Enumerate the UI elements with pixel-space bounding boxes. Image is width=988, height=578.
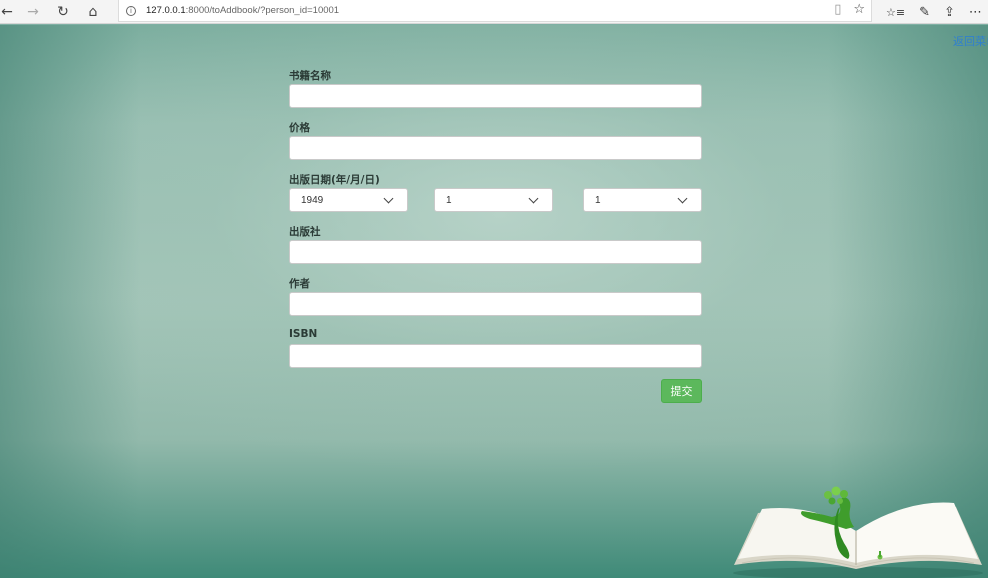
publisher-label: 出版社 <box>289 226 321 238</box>
price-input[interactable] <box>289 136 702 160</box>
back-to-menu-link[interactable]: 返回菜单 <box>953 33 988 49</box>
month-select[interactable]: 1 <box>434 188 553 212</box>
url-host: 127.0.0.1 <box>146 5 186 16</box>
price-label: 价格 <box>289 122 310 134</box>
info-icon[interactable]: i <box>126 5 136 16</box>
open-book-illustration <box>733 486 983 578</box>
title-label: 书籍名称 <box>289 70 331 82</box>
web-notes-icon[interactable]: ✎ <box>919 5 930 20</box>
refresh-icon[interactable]: ↻ <box>48 0 78 24</box>
forward-icon[interactable]: → <box>18 0 48 24</box>
share-icon[interactable]: ⇪ <box>944 5 955 20</box>
month-value: 1 <box>446 194 452 206</box>
day-select[interactable]: 1 <box>583 188 702 212</box>
isbn-label: ISBN <box>289 328 318 340</box>
home-icon[interactable]: ⌂ <box>78 0 108 24</box>
author-input[interactable] <box>289 292 702 316</box>
favorite-star-icon[interactable]: ☆ <box>853 2 865 17</box>
page-background: 返回菜单 书籍名称 价格 出版日期(年/月/日) 1949 1 1 出版社 作者… <box>0 25 988 578</box>
reading-view-icon[interactable]: ▯ <box>834 2 841 17</box>
chevron-down-icon <box>383 193 394 203</box>
url-text[interactable]: 127.0.0.1:8000/toAddbook/?person_id=1000… <box>146 5 339 16</box>
day-value: 1 <box>595 194 601 206</box>
year-value: 1949 <box>301 194 324 206</box>
address-bar[interactable]: i 127.0.0.1:8000/toAddbook/?person_id=10… <box>118 0 872 22</box>
back-icon[interactable]: ← <box>0 0 14 24</box>
submit-button[interactable]: 提交 <box>661 379 702 403</box>
url-path: :8000/toAddbook/?person_id=10001 <box>185 5 340 16</box>
author-label: 作者 <box>289 278 310 290</box>
book-title-input[interactable] <box>289 84 702 108</box>
publish-date-label: 出版日期(年/月/日) <box>289 174 380 186</box>
isbn-input[interactable] <box>289 344 702 368</box>
chevron-down-icon <box>528 193 539 203</box>
more-icon[interactable]: ⋯ <box>969 5 982 20</box>
year-select[interactable]: 1949 <box>289 188 408 212</box>
browser-toolbar: ← → ↻ ⌂ i 127.0.0.1:8000/toAddbook/?pers… <box>0 0 988 24</box>
chevron-down-icon <box>677 193 688 203</box>
favorites-hub-icon[interactable]: ☆≡ <box>886 6 905 19</box>
publisher-input[interactable] <box>289 240 702 264</box>
left-vignette <box>0 25 140 578</box>
